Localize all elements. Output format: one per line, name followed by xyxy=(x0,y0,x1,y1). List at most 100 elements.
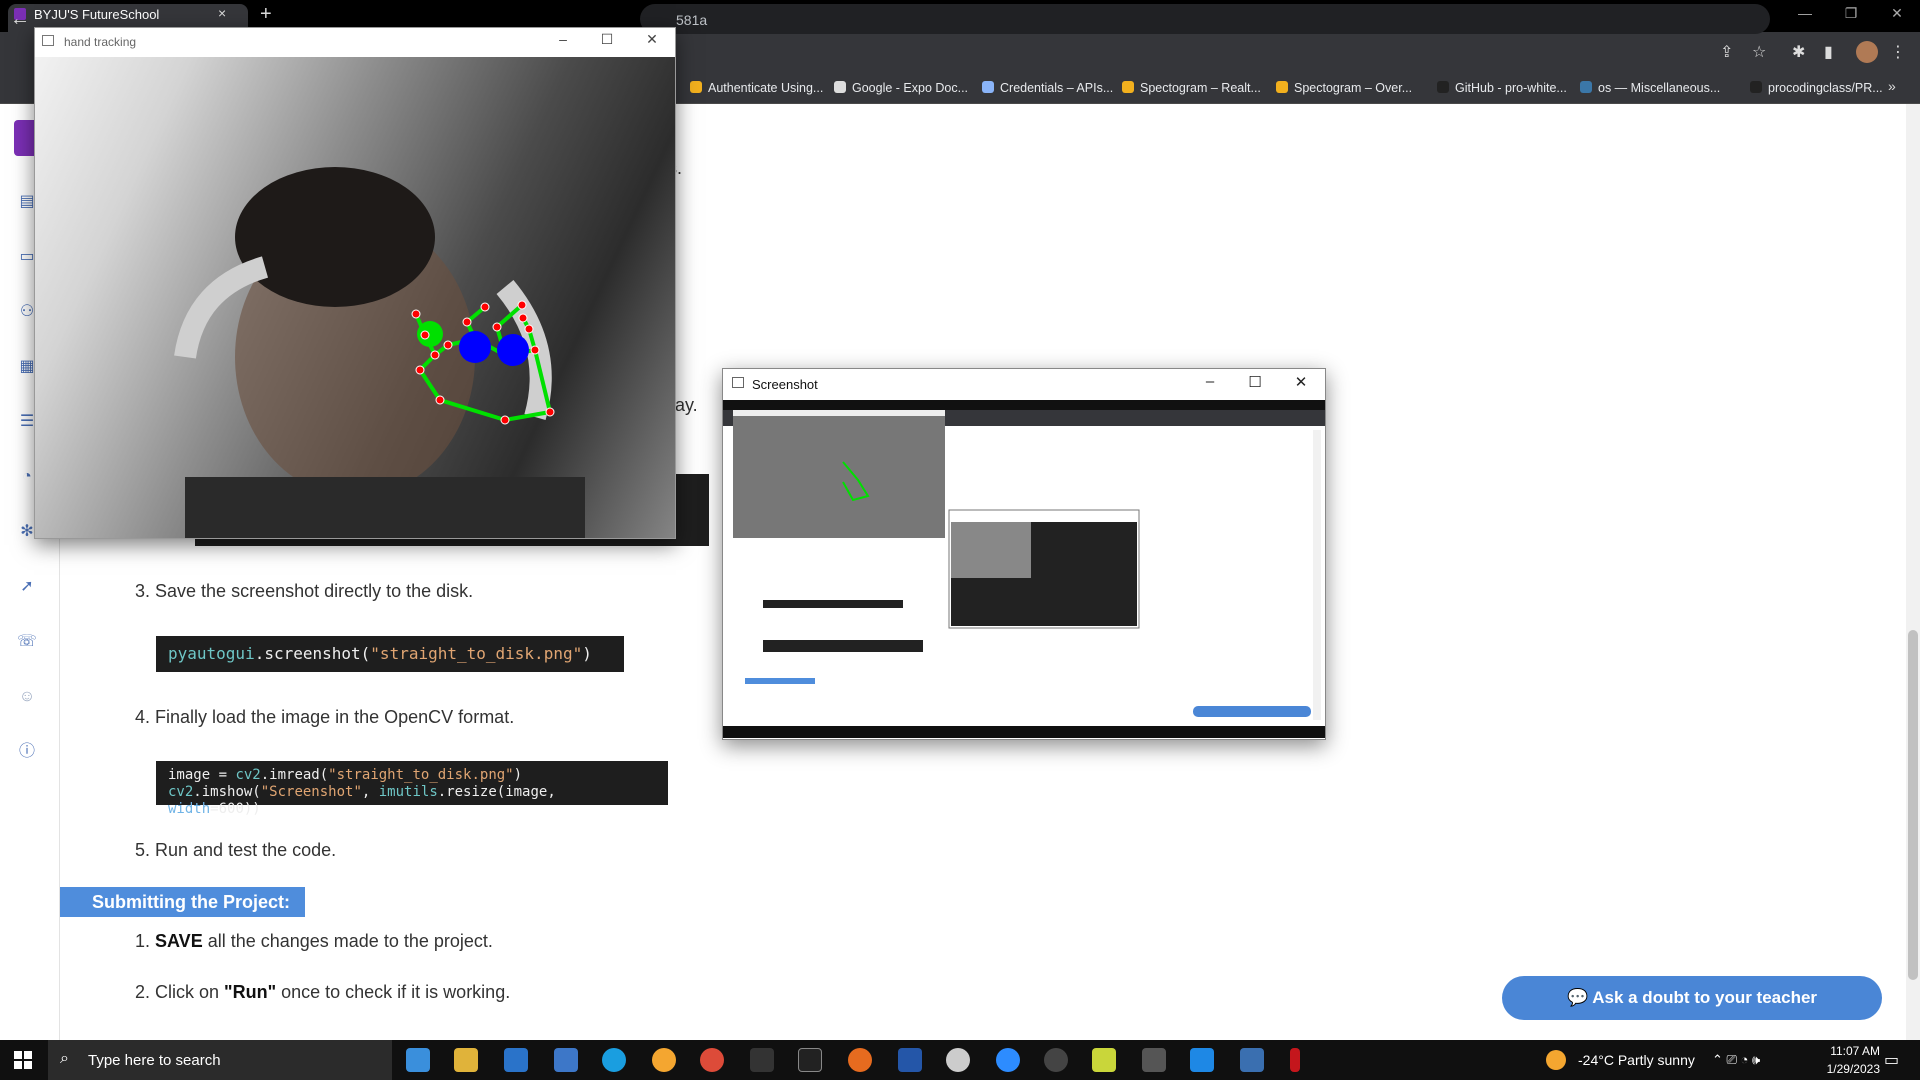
close-icon[interactable]: ✕ xyxy=(642,31,662,48)
new-tab-button[interactable]: + xyxy=(260,3,272,26)
clock-time[interactable]: 11:07 AM xyxy=(1800,1044,1880,1058)
ask-doubt-label: Ask a doubt to your teacher xyxy=(1592,988,1818,1007)
scrollbar-thumb[interactable] xyxy=(1908,630,1918,980)
step-3-text: 3. Save the screenshot directly to the d… xyxy=(135,581,474,601)
info-icon[interactable]: ⓘ xyxy=(16,741,38,763)
windows-start-icon[interactable] xyxy=(14,1051,32,1069)
bookmark-item[interactable]: Spectogram – Over... xyxy=(1276,72,1412,104)
tab-close-icon[interactable]: × xyxy=(218,5,226,21)
bookmark-item[interactable]: Google - Expo Doc... xyxy=(834,72,968,104)
code-token: .resize(image, xyxy=(437,784,556,800)
hair xyxy=(235,167,435,307)
extensions-icon[interactable]: ✱ xyxy=(1792,42,1805,62)
url-text: 581a xyxy=(676,12,708,28)
code-token: image = xyxy=(168,767,236,783)
list-number: 1. xyxy=(135,931,156,951)
code-token: , xyxy=(361,784,379,800)
profile-avatar[interactable] xyxy=(1856,41,1878,63)
clock-date[interactable]: 1/29/2023 xyxy=(1800,1062,1880,1076)
bookmark-item[interactable]: os — Miscellaneous... xyxy=(1580,72,1720,104)
taskbar-search-placeholder: Type here to search xyxy=(88,1052,221,1069)
file-explorer-icon[interactable] xyxy=(454,1048,478,1072)
maximize-icon[interactable]: ☐ xyxy=(1244,373,1266,391)
code-token: .screenshot( xyxy=(254,644,371,663)
code-token: ) xyxy=(582,644,592,663)
rocket-icon[interactable]: ➚ xyxy=(16,576,38,598)
weather-text[interactable]: -24°C Partly sunny xyxy=(1578,1052,1695,1068)
code-token: "Screenshot" xyxy=(260,784,362,800)
vscode-icon[interactable] xyxy=(406,1048,430,1072)
app-icon[interactable] xyxy=(750,1048,774,1072)
code-token: "straight_to_disk.png" xyxy=(328,767,514,783)
code-token: .imshow( xyxy=(193,784,261,800)
bookmark-favicon-icon xyxy=(1750,81,1762,93)
menu-kebab-icon[interactable]: ⋮ xyxy=(1890,42,1906,62)
partial-text: ay. xyxy=(675,395,698,415)
mail-icon[interactable] xyxy=(554,1048,578,1072)
bookmark-item[interactable]: procodingclass/PR... xyxy=(1750,72,1883,104)
speedometer-icon[interactable] xyxy=(1044,1048,1068,1072)
bookmark-favicon-icon xyxy=(834,81,846,93)
close-icon[interactable]: ✕ xyxy=(1882,5,1912,22)
app-icon[interactable] xyxy=(946,1048,970,1072)
bookmark-label: os — Miscellaneous... xyxy=(1598,81,1721,95)
restore-icon[interactable]: ❐ xyxy=(1836,5,1866,22)
bold-text: "Run" xyxy=(224,982,277,1002)
zoom-icon[interactable] xyxy=(996,1048,1020,1072)
maximize-icon[interactable]: ☐ xyxy=(597,31,617,48)
code-line: cv2.imshow("Screenshot", imutils.resize(… xyxy=(168,784,656,818)
back-arrow-icon[interactable]: ← xyxy=(10,8,30,31)
submit-step-1: 1. SAVE all the changes made to the proj… xyxy=(135,931,493,952)
code-block-screenshot: pyautogui.screenshot("straight_to_disk.p… xyxy=(156,636,624,672)
code-line: image = cv2.imread("straight_to_disk.png… xyxy=(168,767,656,784)
skype-icon[interactable] xyxy=(602,1048,626,1072)
cube-icon[interactable] xyxy=(1142,1048,1166,1072)
window-app-icon xyxy=(732,377,744,388)
chat-icon: 💬 xyxy=(1566,988,1593,1007)
terminal-icon[interactable] xyxy=(798,1048,822,1072)
app-icon[interactable] xyxy=(652,1048,676,1072)
bookmark-item[interactable]: Credentials – APIs... xyxy=(982,72,1113,104)
minimize-icon[interactable]: — xyxy=(1790,5,1820,21)
app-icon[interactable] xyxy=(1290,1048,1300,1072)
powershell-icon[interactable] xyxy=(898,1048,922,1072)
firefox-icon[interactable] xyxy=(848,1048,872,1072)
minimize-icon[interactable]: – xyxy=(553,31,573,47)
app-icon[interactable] xyxy=(1190,1048,1214,1072)
bookmark-favicon-icon xyxy=(1122,81,1134,93)
tab-title: BYJU'S FutureSchool xyxy=(34,7,160,22)
code-token: =600)) xyxy=(210,801,261,817)
step-5-text: 5. Run and test the code. xyxy=(135,840,337,860)
thumb-webcam xyxy=(733,410,945,538)
webcam-frame xyxy=(174,167,585,538)
bookmark-label: Credentials – APIs... xyxy=(1000,81,1114,95)
address-bar[interactable] xyxy=(640,4,1770,34)
user-icon[interactable]: ☺ xyxy=(16,686,38,708)
code-token: .imread( xyxy=(260,767,329,783)
side-panel-icon[interactable]: ▮ xyxy=(1824,42,1833,62)
bookmark-item[interactable]: Authenticate Using... xyxy=(690,72,823,104)
store-icon[interactable] xyxy=(504,1048,528,1072)
ask-doubt-button[interactable]: 💬 Ask a doubt to your teacher xyxy=(1502,976,1882,1020)
bookmark-favicon-icon xyxy=(982,81,994,93)
code-token: "straight_to_disk.png" xyxy=(370,644,583,663)
code-block-opencv: image = cv2.imread("straight_to_disk.png… xyxy=(156,761,668,817)
bookmarks-overflow-icon[interactable]: » xyxy=(1888,78,1896,94)
support-icon[interactable]: ☏ xyxy=(16,631,38,653)
system-tray-icons[interactable]: ⌃ ⎚ ◔ 🕪 xyxy=(1712,1052,1760,1068)
chrome-icon[interactable] xyxy=(700,1048,724,1072)
bookmark-item[interactable]: Spectogram – Realt... xyxy=(1122,72,1261,104)
notifications-icon[interactable]: ▭ xyxy=(1884,1050,1899,1070)
bookmark-item[interactable]: GitHub - pro-white... xyxy=(1437,72,1567,104)
star-icon[interactable]: ☆ xyxy=(1752,42,1766,62)
weather-sun-icon xyxy=(1546,1050,1566,1070)
close-icon[interactable]: ✕ xyxy=(1290,373,1312,391)
app-icon[interactable] xyxy=(1092,1048,1116,1072)
bookmark-favicon-icon xyxy=(1437,81,1449,93)
python-icon[interactable] xyxy=(1240,1048,1264,1072)
bookmark-label: Spectogram – Realt... xyxy=(1140,81,1261,95)
fingertip-marker xyxy=(459,331,491,363)
minimize-icon[interactable]: – xyxy=(1199,373,1221,390)
share-icon[interactable]: ⇪ xyxy=(1720,42,1733,62)
code-token: cv2 xyxy=(235,767,261,783)
